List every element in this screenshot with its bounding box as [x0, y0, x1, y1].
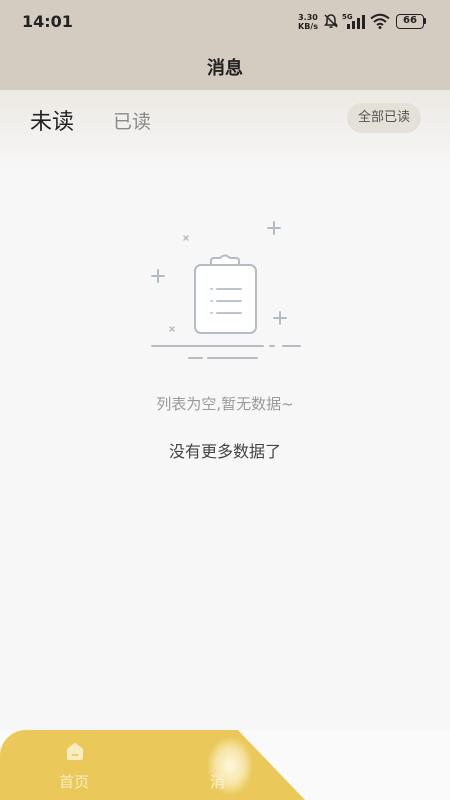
network-type: 5G	[342, 13, 353, 21]
signal-icon: 5G	[342, 12, 366, 34]
no-more-data-text: 没有更多数据了	[168, 442, 281, 461]
nav-home[interactable]: 首页	[42, 738, 106, 794]
status-time: 14:01	[22, 12, 73, 31]
mute-bell-icon	[323, 13, 339, 33]
page-title: 消息	[207, 58, 243, 79]
nav-messages[interactable]: 消息	[190, 738, 270, 794]
message-tabs: 未读 已读 全部已读	[0, 90, 450, 170]
tab-read[interactable]: 已读	[113, 107, 151, 134]
tab-unread[interactable]: 未读	[30, 104, 74, 136]
nav-home-label: 首页	[58, 773, 89, 791]
battery-icon: 66	[396, 14, 424, 29]
mark-all-read-button[interactable]: 全部已读	[347, 103, 421, 133]
clipboard-icon	[145, 215, 305, 365]
empty-message: 列表为空,暂无数据~	[156, 395, 294, 413]
status-bar: 14:01 3.30 KB/s 5G 66	[0, 0, 450, 44]
network-speed-unit: KB/s	[298, 22, 318, 31]
header: 消息	[0, 44, 450, 90]
network-speed-value: 3.30	[298, 13, 318, 22]
nav-messages-label: 消息	[210, 773, 226, 791]
network-speed: 3.30 KB/s	[298, 13, 318, 31]
battery-tip	[424, 18, 426, 24]
wifi-icon	[370, 13, 390, 33]
home-icon	[64, 740, 86, 766]
